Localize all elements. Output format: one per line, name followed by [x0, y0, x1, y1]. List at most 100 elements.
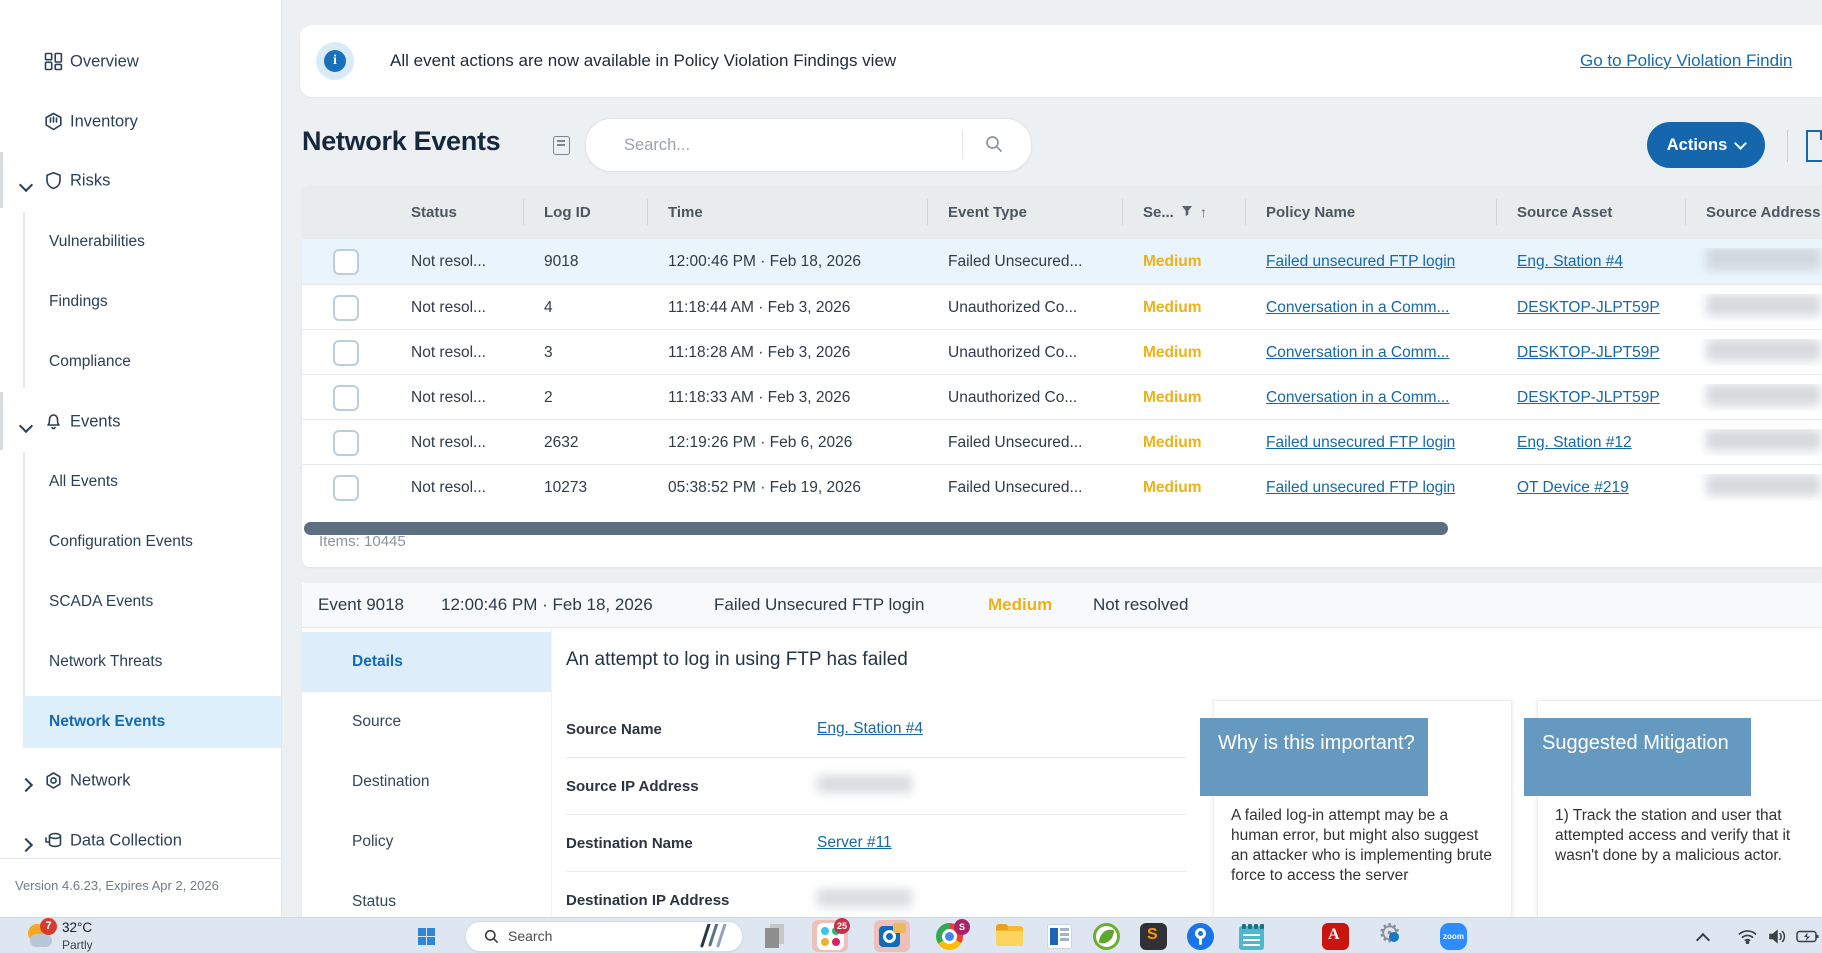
column-header-log-id[interactable]: Log ID	[523, 185, 647, 239]
table-row[interactable]: Not resol... 3 11:18:28 AM · Feb 3, 2026…	[302, 329, 1822, 375]
sidebar-item-risks[interactable]: Risks	[0, 155, 281, 207]
sublime-text-icon[interactable]: S	[1140, 923, 1167, 950]
sidebar-item-data-collection[interactable]: Data Collection	[0, 815, 281, 867]
blue-circle-app-icon[interactable]	[1187, 923, 1214, 950]
severity-cell: Medium	[1122, 479, 1245, 497]
wifi-icon[interactable]	[1738, 929, 1757, 949]
search-box	[585, 118, 1032, 172]
table-row[interactable]: Not resol... 2632 12:19:26 PM · Feb 6, 2…	[302, 419, 1822, 465]
row-checkbox[interactable]	[333, 249, 359, 275]
redacted-source-address	[1706, 294, 1821, 316]
chrome-icon[interactable]: S	[936, 923, 963, 950]
blue-app-icon[interactable]	[1046, 923, 1073, 950]
sidebar-item-network-events[interactable]: Network Events	[23, 696, 281, 748]
source-asset-link[interactable]: Eng. Station #12	[1517, 434, 1632, 451]
tab-details[interactable]: Details	[302, 632, 551, 692]
weather-widget[interactable]: 7	[26, 922, 54, 950]
column-header-source-address[interactable]: Source Address	[1685, 185, 1822, 239]
source-asset-link[interactable]: OT Device #219	[1517, 479, 1629, 496]
column-header-severity[interactable]: Se... ↑	[1122, 185, 1245, 239]
sidebar-item-all-events[interactable]: All Events	[0, 456, 281, 508]
log-id-cell: 2632	[523, 434, 647, 452]
table-row[interactable]: Not resol... 10273 05:38:52 PM · Feb 19,…	[302, 464, 1822, 510]
tab-source[interactable]: Source	[302, 692, 551, 752]
policy-name-link[interactable]: Failed unsecured FTP login	[1266, 434, 1455, 451]
redacted-destination-ip	[817, 889, 912, 907]
source-asset-link[interactable]: DESKTOP-JLPT59P	[1517, 389, 1660, 406]
policy-name-link[interactable]: Conversation in a Comm...	[1266, 299, 1450, 316]
event-type-cell: Failed Unsecured...	[927, 253, 1122, 271]
weather-temperature[interactable]: 32°C	[62, 920, 92, 935]
actions-button[interactable]: Actions	[1647, 122, 1765, 168]
sidebar-item-network-threats[interactable]: Network Threats	[0, 636, 281, 688]
sidebar-item-overview[interactable]: Overview	[0, 36, 281, 88]
tab-policy[interactable]: Policy	[302, 812, 551, 872]
horizontal-scrollbar[interactable]	[304, 522, 1448, 535]
taskbar-search-label: Search	[508, 928, 552, 944]
column-header-event-type[interactable]: Event Type	[927, 185, 1122, 239]
chevron-right-icon[interactable]	[21, 777, 31, 795]
sidebar-item-configuration-events[interactable]: Configuration Events	[0, 516, 281, 568]
gray-app-icon[interactable]	[762, 923, 789, 950]
column-header-source-asset[interactable]: Source Asset	[1496, 185, 1685, 239]
field-destination-name: Destination Name Server #11	[566, 815, 1187, 872]
detail-tab-list: Details Source Destination Policy Status	[302, 627, 552, 917]
acrobat-icon[interactable]: A	[1322, 923, 1349, 950]
source-asset-link[interactable]: DESKTOP-JLPT59P	[1517, 344, 1660, 361]
row-checkbox[interactable]	[333, 475, 359, 501]
sort-ascending-icon[interactable]: ↑	[1200, 204, 1207, 220]
tab-status[interactable]: Status	[302, 872, 551, 917]
column-header-time[interactable]: Time	[647, 185, 927, 239]
policy-name-link[interactable]: Conversation in a Comm...	[1266, 389, 1450, 406]
file-explorer-icon[interactable]	[996, 923, 1023, 950]
policy-name-link[interactable]: Conversation in a Comm...	[1266, 344, 1450, 361]
log-id-cell: 2	[523, 389, 647, 407]
policy-name-link[interactable]: Failed unsecured FTP login	[1266, 479, 1455, 496]
notebook-app-icon[interactable]	[1238, 923, 1265, 950]
source-asset-link[interactable]: Eng. Station #4	[1517, 253, 1623, 270]
table-row[interactable]: Not resol... 9018 12:00:46 PM · Feb 18, …	[302, 239, 1822, 284]
row-checkbox[interactable]	[333, 295, 359, 321]
source-name-link[interactable]: Eng. Station #4	[817, 720, 923, 737]
filter-funnel-icon[interactable]	[1181, 204, 1193, 221]
column-header-policy-name[interactable]: Policy Name	[1245, 185, 1496, 239]
chevron-down-icon[interactable]	[21, 177, 31, 195]
slack-icon[interactable]: 25	[817, 923, 844, 950]
sidebar-item-vulnerabilities[interactable]: Vulnerabilities	[0, 216, 281, 268]
destination-name-link[interactable]: Server #11	[817, 834, 892, 851]
settings-gear-icon[interactable]: ⚙	[1380, 923, 1407, 950]
chevron-down-icon[interactable]	[21, 418, 31, 436]
green-leaf-app-icon[interactable]	[1093, 923, 1120, 950]
export-file-icon[interactable]	[1803, 129, 1822, 168]
table-row[interactable]: Not resol... 4 11:18:44 AM · Feb 3, 2026…	[302, 284, 1822, 330]
sidebar-item-compliance[interactable]: Compliance	[0, 336, 281, 388]
outlook-icon[interactable]	[879, 923, 906, 950]
redacted-source-address	[1706, 474, 1821, 496]
chevron-right-icon[interactable]	[21, 837, 31, 855]
search-icon[interactable]	[984, 134, 1004, 159]
source-asset-link[interactable]: DESKTOP-JLPT59P	[1517, 299, 1660, 316]
sidebar-item-scada-events[interactable]: SCADA Events	[0, 576, 281, 628]
tab-destination[interactable]: Destination	[302, 752, 551, 812]
copy-icon[interactable]	[553, 136, 570, 155]
sidebar-item-inventory[interactable]: Inventory	[0, 96, 281, 148]
tray-chevron-up-icon[interactable]	[1698, 932, 1708, 950]
policy-violation-findings-link[interactable]: Go to Policy Violation Findin	[1580, 51, 1792, 71]
zoom-icon[interactable]: zoom	[1440, 923, 1467, 950]
table-row[interactable]: Not resol... 2 11:18:33 AM · Feb 3, 2026…	[302, 374, 1822, 420]
row-checkbox[interactable]	[333, 430, 359, 456]
search-input[interactable]	[622, 131, 926, 159]
sidebar-item-events[interactable]: Events	[0, 396, 281, 448]
app-screen: Overview Inventory Risks Vulnerabilities…	[0, 0, 1822, 953]
column-header-status[interactable]: Status	[390, 185, 523, 239]
sidebar-item-findings[interactable]: Findings	[0, 276, 281, 328]
weather-condition[interactable]: Partly	[62, 938, 93, 952]
taskbar-search-box[interactable]: Search	[465, 921, 743, 952]
sidebar-item-network[interactable]: Network	[0, 755, 281, 807]
battery-icon[interactable]	[1796, 929, 1820, 949]
row-checkbox[interactable]	[333, 340, 359, 366]
volume-icon[interactable]	[1768, 929, 1787, 949]
windows-start-button[interactable]	[418, 928, 435, 945]
row-checkbox[interactable]	[333, 385, 359, 411]
policy-name-link[interactable]: Failed unsecured FTP login	[1266, 253, 1455, 270]
